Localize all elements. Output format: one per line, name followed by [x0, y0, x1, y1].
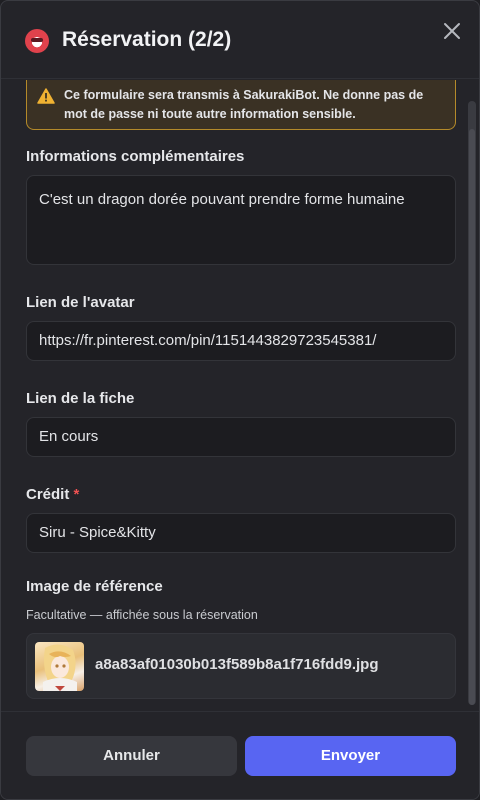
- warning-prefix: Ce formulaire sera transmis à: [64, 88, 244, 102]
- submit-button[interactable]: Envoyer: [245, 736, 456, 776]
- bot-avatar: [25, 29, 49, 53]
- sheet-link-label: Lien de la fiche: [26, 390, 135, 407]
- close-icon[interactable]: [441, 20, 463, 42]
- form-scroll-area[interactable]: Ce formulaire sera transmis à SakurakiBo…: [1, 80, 479, 710]
- reservation-modal: Réservation (2/2) Ce formulaire sera tra…: [0, 0, 480, 800]
- sheet-link-input[interactable]: En cours: [26, 417, 456, 457]
- privacy-warning: Ce formulaire sera transmis à SakurakiBo…: [26, 80, 456, 130]
- warning-bot-name: SakurakiBot: [243, 88, 317, 102]
- modal-title: Réservation (2/2): [62, 28, 232, 51]
- credit-label-text: Crédit: [26, 486, 70, 503]
- avatar-link-input[interactable]: https://fr.pinterest.com/pin/11514438297…: [26, 321, 456, 361]
- credit-input[interactable]: Siru - Spice&Kitty: [26, 513, 456, 553]
- warning-text: Ce formulaire sera transmis à SakurakiBo…: [64, 86, 449, 124]
- avatar-link-label: Lien de l'avatar: [26, 294, 135, 311]
- extra-info-textarea[interactable]: C'est un dragon dorée pouvant prendre fo…: [26, 175, 456, 265]
- reference-image-thumbnail: [35, 642, 84, 691]
- reference-image-label: Image de référence: [26, 578, 163, 595]
- warning-icon: [37, 88, 55, 104]
- cancel-button[interactable]: Annuler: [26, 736, 237, 776]
- reference-image-filename: a8a83af01030b013f589b8a1f716fdd9.jpg: [95, 656, 379, 673]
- modal-footer: Annuler Envoyer: [1, 711, 479, 799]
- reference-image-sublabel: Facultative — affichée sous la réservati…: [26, 608, 258, 622]
- reference-image-upload[interactable]: a8a83af01030b013f589b8a1f716fdd9.jpg: [26, 633, 456, 699]
- required-mark: *: [73, 486, 80, 503]
- scrollbar-thumb[interactable]: [469, 129, 475, 705]
- modal-header: Réservation (2/2): [1, 1, 479, 79]
- extra-info-label: Informations complémentaires: [26, 148, 245, 165]
- credit-label: Crédit *: [26, 486, 79, 503]
